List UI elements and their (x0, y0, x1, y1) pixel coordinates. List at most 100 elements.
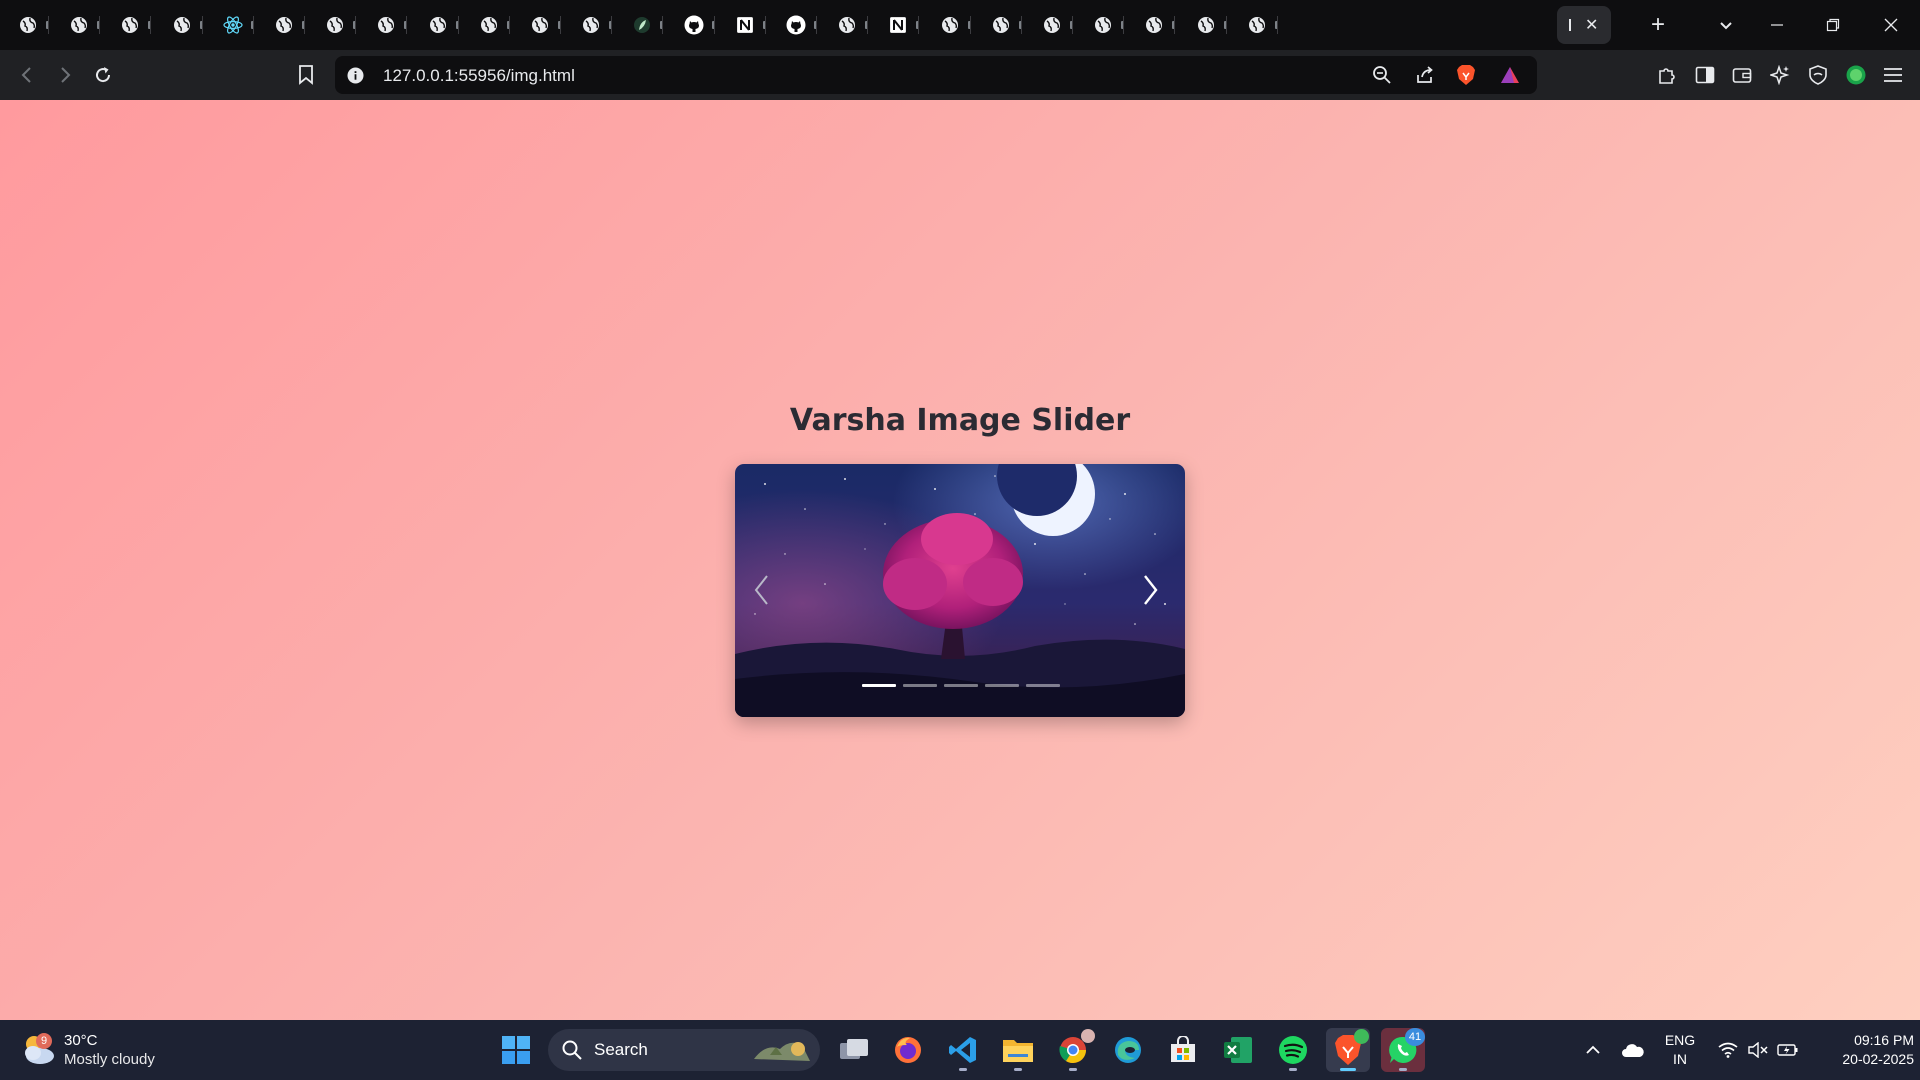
forward-button[interactable] (50, 60, 80, 90)
bookmark-button[interactable] (291, 60, 321, 90)
browser-tab[interactable] (776, 6, 817, 44)
next-slide-button[interactable] (1134, 574, 1166, 606)
slide-indicator-3[interactable] (944, 684, 978, 687)
taskbar-microsoft-store[interactable] (1161, 1028, 1205, 1072)
address-bar-url[interactable]: 127.0.0.1:55956/img.html (383, 66, 575, 86)
vpn-button[interactable] (1803, 60, 1833, 90)
start-button[interactable] (494, 1028, 538, 1072)
browser-tab[interactable] (674, 6, 715, 44)
taskbar-spotify[interactable] (1271, 1028, 1315, 1072)
address-bar[interactable]: 127.0.0.1:55956/img.html (335, 56, 1537, 94)
restore-button[interactable] (1818, 10, 1848, 40)
taskbar-vscode[interactable] (941, 1028, 985, 1072)
browser-tab[interactable] (315, 6, 357, 44)
browser-tab[interactable] (520, 6, 561, 44)
close-window-button[interactable] (1876, 10, 1906, 40)
taskbar-firefox[interactable] (886, 1028, 930, 1072)
leo-ai-button[interactable] (1765, 60, 1795, 90)
back-button[interactable] (12, 60, 42, 90)
language-indicator[interactable]: ENG IN (1654, 1031, 1706, 1069)
globe-icon (1196, 15, 1216, 35)
close-tab-icon[interactable]: ✕ (1585, 15, 1598, 35)
slide-indicator-1[interactable] (862, 684, 896, 687)
browser-tab[interactable] (469, 6, 510, 44)
tab-title-fragment (1569, 19, 1571, 31)
taskbar-edge[interactable] (1106, 1028, 1150, 1072)
browser-tab[interactable] (1032, 6, 1073, 44)
zoom-button[interactable] (1367, 60, 1397, 90)
browser-tab[interactable] (59, 6, 101, 44)
wifi-button[interactable] (1714, 1020, 1742, 1080)
store-icon (1171, 1036, 1195, 1062)
weather-widget[interactable]: 9 30°C Mostly cloudy (20, 1028, 155, 1072)
notion-icon (888, 15, 908, 35)
onedrive-button[interactable] (1616, 1020, 1650, 1080)
slide-indicator-5[interactable] (1026, 684, 1060, 687)
globe-icon (991, 15, 1011, 35)
slide-indicator-4[interactable] (985, 684, 1019, 687)
battery-button[interactable] (1773, 1020, 1803, 1080)
profile-button[interactable] (1841, 60, 1871, 90)
share-button[interactable] (1410, 60, 1440, 90)
notion-icon (735, 15, 755, 35)
taskbar-brave[interactable] (1326, 1028, 1370, 1072)
browser-tab[interactable] (878, 6, 920, 44)
wallet-button[interactable] (1727, 60, 1757, 90)
windows-logo-icon (502, 1036, 530, 1064)
taskbar-chrome[interactable] (1051, 1028, 1095, 1072)
browser-tab[interactable] (571, 6, 613, 44)
running-indicator (1014, 1068, 1022, 1071)
browser-tab[interactable] (110, 6, 152, 44)
shield-icon (1809, 65, 1827, 85)
browser-tab[interactable] (8, 6, 49, 44)
browser-tab[interactable] (981, 6, 1022, 44)
brave-shields-button[interactable] (1451, 60, 1481, 90)
browser-tab[interactable] (1083, 6, 1125, 44)
browser-tab[interactable] (622, 6, 664, 44)
info-icon[interactable] (347, 67, 364, 84)
browser-tab[interactable] (1186, 6, 1227, 44)
sidebar-button[interactable] (1690, 60, 1720, 90)
slide-indicator-2[interactable] (903, 684, 937, 687)
tab-strip: + ✕ (0, 0, 1920, 50)
clock[interactable]: 09:16 PM 20-02-2025 (1806, 1031, 1914, 1069)
brave-rewards-button[interactable] (1495, 60, 1525, 90)
taskbar-whatsapp[interactable]: 41 (1381, 1028, 1425, 1072)
active-browser-tab[interactable]: ✕ (1557, 6, 1611, 44)
browser-tab[interactable] (366, 6, 408, 44)
browser-tab[interactable] (930, 6, 971, 44)
chrome-profile-badge (1081, 1029, 1095, 1043)
taskbar-file-explorer[interactable] (996, 1028, 1040, 1072)
volume-button[interactable] (1744, 1020, 1772, 1080)
browser-tab[interactable] (162, 6, 203, 44)
browser-tab[interactable] (213, 6, 254, 44)
new-tab-button[interactable]: + (1643, 10, 1673, 40)
extensions-button[interactable] (1652, 60, 1682, 90)
wallet-icon (1732, 68, 1752, 83)
browser-tab[interactable] (725, 6, 766, 44)
browser-tab[interactable] (1237, 6, 1278, 44)
tab-separator (1123, 16, 1125, 34)
globe-icon (479, 15, 499, 35)
taskbar-search[interactable]: Search (548, 1029, 820, 1071)
browser-tab[interactable] (827, 6, 869, 44)
bookmark-icon (299, 65, 313, 85)
image-slider[interactable] (735, 464, 1185, 717)
globe-icon (18, 15, 38, 35)
browser-tab[interactable] (1134, 6, 1176, 44)
show-hidden-icons-button[interactable] (1578, 1020, 1608, 1080)
minimize-button[interactable] (1762, 10, 1792, 40)
prev-slide-button[interactable] (746, 574, 778, 606)
hamburger-menu-icon (1884, 68, 1902, 82)
main-menu-button[interactable] (1878, 60, 1908, 90)
browser-tab[interactable] (418, 6, 459, 44)
taskbar-excel[interactable] (1216, 1028, 1260, 1072)
browser-tab[interactable] (264, 6, 305, 44)
task-view-button[interactable] (832, 1028, 876, 1072)
reload-button[interactable] (88, 60, 118, 90)
tab-search-button[interactable] (1711, 10, 1741, 40)
tab-separator (560, 16, 561, 34)
minimize-icon (1771, 24, 1783, 26)
slide-indicators (862, 684, 1060, 687)
globe-icon (172, 15, 192, 35)
